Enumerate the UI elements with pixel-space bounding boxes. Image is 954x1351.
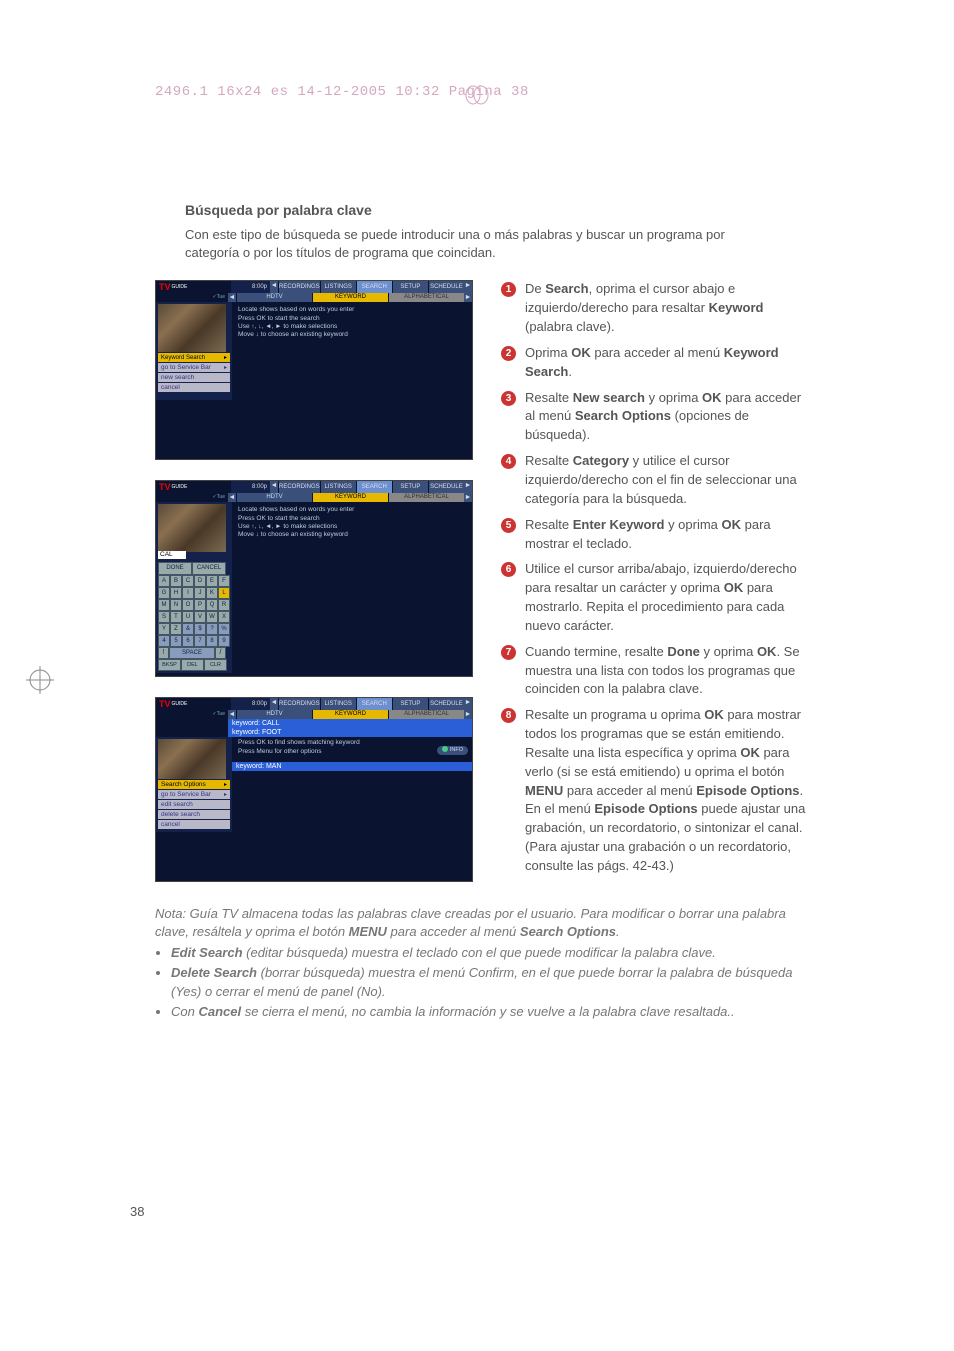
instruction-step: 1 De Search, oprima el cursor abajo e izq… <box>501 280 814 337</box>
tab-listings[interactable]: LISTINGS <box>320 481 356 493</box>
crop-mark-icon <box>26 666 54 694</box>
help-text: Locate shows based on words you enter Pr… <box>238 506 466 539</box>
tvguide-logo: TVGUIDE <box>156 281 231 293</box>
arrow-right-icon[interactable]: ► <box>464 281 472 293</box>
subtab-arrow-right-icon[interactable]: ► <box>464 293 472 302</box>
help-text: Locate shows based on words you enter Pr… <box>238 306 466 339</box>
footnote: Nota: Guía TV almacena todas las palabra… <box>155 905 814 1021</box>
instruction-step: 6 Utilice el cursor arriba/abajo, izquier… <box>501 560 814 635</box>
tab-setup[interactable]: SETUP <box>392 281 428 293</box>
subtab-hdtv[interactable]: HDTV <box>236 710 312 719</box>
keyword-highlighted[interactable]: keyword: MAN <box>232 762 472 771</box>
tab-search[interactable]: SEARCH <box>356 281 392 293</box>
instruction-step: 8 Resalte un programa u oprima OK para mo… <box>501 706 814 876</box>
keyword-result[interactable]: keyword: CALL <box>228 719 472 728</box>
step-number-badge: 8 <box>501 708 516 723</box>
kb-done[interactable]: DONE <box>158 562 192 575</box>
menu-new-search[interactable]: new search <box>158 373 230 382</box>
screenshot-keyboard: TVGUIDE 8:00p ◄ RECORDINGS LISTINGS SEAR… <box>155 480 473 677</box>
tab-schedule[interactable]: SCHEDULE <box>428 281 464 293</box>
tab-listings[interactable]: LISTINGS <box>320 281 356 293</box>
collation-mark-icon <box>465 84 489 111</box>
footnote-item: Edit Search (editar búsqueda) muestra el… <box>171 944 814 962</box>
step-text: Oprima OK para acceder al menú Keyword S… <box>525 344 814 382</box>
step-number-badge: 1 <box>501 282 516 297</box>
instructions-column: 1 De Search, oprima el cursor abajo e izq… <box>501 280 814 882</box>
video-thumbnail <box>158 504 226 552</box>
step-number-badge: 6 <box>501 562 516 577</box>
step-text: De Search, oprima el cursor abajo e izqu… <box>525 280 814 337</box>
step-text: Resalte Category y utilice el cursor izq… <box>525 452 814 509</box>
tab-recordings[interactable]: RECORDINGS <box>278 281 320 293</box>
screenshot-search-options: TVGUIDE 8:00p ◄ RECORDINGS LISTINGS SEAR… <box>155 697 473 882</box>
menu-go-service-bar[interactable]: go to Service Bar▸ <box>158 790 230 799</box>
page-number: 38 <box>130 1204 144 1219</box>
subtab-keyword[interactable]: KEYWORD <box>312 710 388 719</box>
kb-clr[interactable]: CLR <box>204 659 227 671</box>
instruction-step: 7 Cuando termine, resalte Done y oprima O… <box>501 643 814 700</box>
menu-edit-search[interactable]: edit search <box>158 800 230 809</box>
footnote-item: Con Cancel se cierra el menú, no cambia … <box>171 1003 814 1021</box>
tvguide-logo: TVGUIDE <box>156 481 231 493</box>
menu-cancel[interactable]: cancel <box>158 383 230 392</box>
tvguide-logo: TVGUIDE <box>156 698 231 710</box>
menu-cancel[interactable]: cancel <box>158 820 230 829</box>
keyword-result[interactable]: keyword: FOOT <box>228 728 472 737</box>
instruction-step: 5 Resalte Enter Keyword y oprima OK para … <box>501 516 814 554</box>
tab-search[interactable]: SEARCH <box>356 698 392 710</box>
clock: 8:00p <box>231 281 270 293</box>
step-text: Cuando termine, resalte Done y oprima OK… <box>525 643 814 700</box>
step-number-badge: 7 <box>501 645 516 660</box>
subtab-alphabetical[interactable]: ALPHABETICAL <box>388 710 464 719</box>
instruction-step: 2 Oprima OK para acceder al menú Keyword … <box>501 344 814 382</box>
clock: 8:00p <box>231 698 270 710</box>
tab-recordings[interactable]: RECORDINGS <box>278 698 320 710</box>
tab-schedule[interactable]: SCHEDULE <box>428 481 464 493</box>
intro-text: Con este tipo de búsqueda se puede intro… <box>185 226 765 262</box>
subtab-hdtv[interactable]: HDTV <box>236 493 312 502</box>
step-number-badge: 4 <box>501 454 516 469</box>
tab-setup[interactable]: SETUP <box>392 481 428 493</box>
menu-search-options[interactable]: Search Options▸ <box>158 780 230 789</box>
kb-space[interactable]: SPACE <box>169 647 215 659</box>
instruction-step: 4 Resalte Category y utilice el cursor iz… <box>501 452 814 509</box>
step-text: Resalte un programa u oprima OK para mos… <box>525 706 814 876</box>
step-number-badge: 2 <box>501 346 516 361</box>
kb-bksp[interactable]: BKSP <box>158 659 181 671</box>
tab-schedule[interactable]: SCHEDULE <box>428 698 464 710</box>
kb-cancel[interactable]: CANCEL <box>192 562 226 575</box>
tab-recordings[interactable]: RECORDINGS <box>278 481 320 493</box>
subtab-hdtv[interactable]: HDTV <box>236 293 312 302</box>
subtab-arrow-left-icon[interactable]: ◄ <box>228 293 236 302</box>
step-number-badge: 3 <box>501 391 516 406</box>
screenshots-column: TVGUIDE 8:00p ◄ RECORDINGS LISTINGS SEAR… <box>155 280 473 882</box>
info-badge[interactable]: INFO <box>437 746 468 755</box>
screenshot-keyword-search: TVGUIDE 8:00p ◄ RECORDINGS LISTINGS SEAR… <box>155 280 473 460</box>
menu-delete-search[interactable]: delete search <box>158 810 230 819</box>
subtab-alphabetical[interactable]: ALPHABETICAL <box>388 293 464 302</box>
clock: 8:00p <box>231 481 270 493</box>
step-text: Resalte Enter Keyword y oprima OK para m… <box>525 516 814 554</box>
menu-keyword-search[interactable]: Keyword Search▸ <box>158 353 230 362</box>
onscreen-keyboard: DONECANCEL ABCDEF GHIJKL MNOPQR STUVWX Y… <box>158 562 230 671</box>
arrow-left-icon[interactable]: ◄ <box>270 281 278 293</box>
kb-del[interactable]: DEL <box>181 659 204 671</box>
tab-search[interactable]: SEARCH <box>356 481 392 493</box>
tab-setup[interactable]: SETUP <box>392 698 428 710</box>
footnote-item: Delete Search (borrar búsqueda) muestra … <box>171 964 814 1000</box>
step-text: Utilice el cursor arriba/abajo, izquierd… <box>525 560 814 635</box>
video-thumbnail <box>158 304 226 352</box>
menu-go-service-bar[interactable]: go to Service Bar▸ <box>158 363 230 372</box>
step-number-badge: 5 <box>501 518 516 533</box>
instruction-step: 3 Resalte New search y oprima OK para acc… <box>501 389 814 446</box>
subtab-keyword[interactable]: KEYWORD <box>312 493 388 502</box>
subtab-keyword[interactable]: KEYWORD <box>312 293 388 302</box>
tab-listings[interactable]: LISTINGS <box>320 698 356 710</box>
subtab-alphabetical[interactable]: ALPHABETICAL <box>388 493 464 502</box>
video-thumbnail <box>158 739 226 779</box>
step-text: Resalte New search y oprima OK para acce… <box>525 389 814 446</box>
section-title: Búsqueda por palabra clave <box>185 202 814 218</box>
keyword-input[interactable]: CAL <box>158 551 186 559</box>
